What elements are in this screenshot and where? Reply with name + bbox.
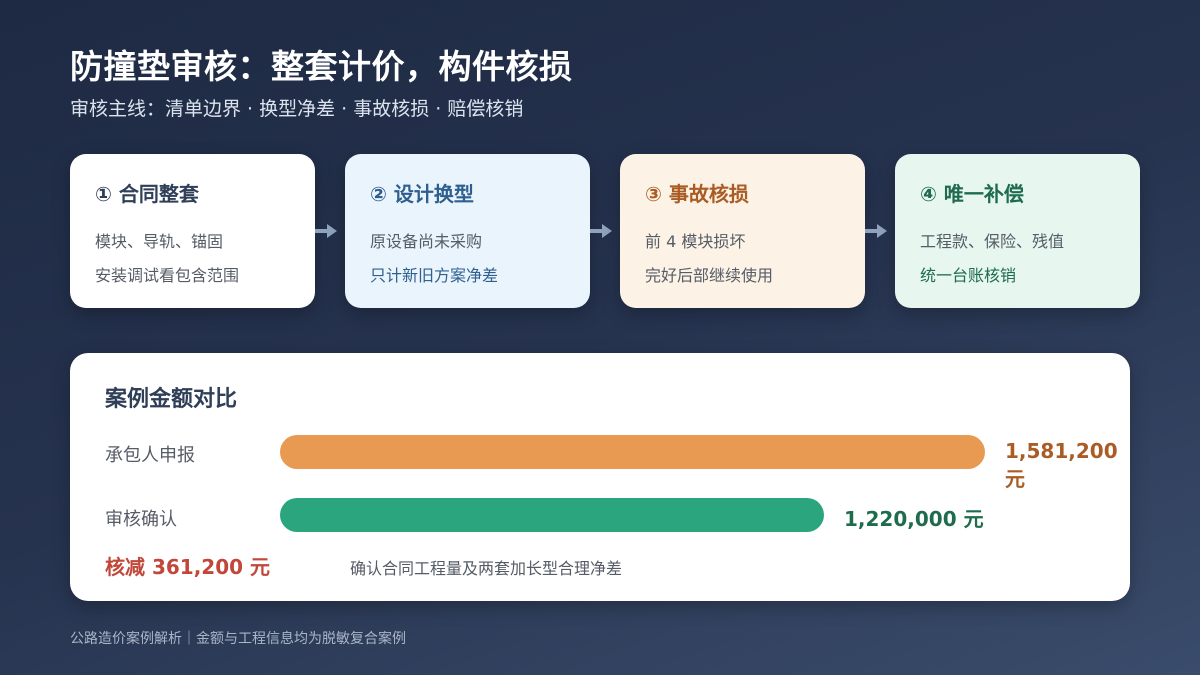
page-subtitle: 审核主线：清单边界 · 换型净差 · 事故核损 · 赔偿核销 (70, 98, 524, 120)
step-card-line: 原设备尚未采购 (370, 232, 483, 251)
bar-value-claimed: 1,581,200 元 (1005, 439, 1118, 491)
arrow-right-icon (590, 224, 612, 238)
row-label-approved: 审核确认 (105, 509, 177, 530)
arrow-right-icon (315, 224, 337, 238)
step-card-line: 完好后部继续使用 (645, 266, 774, 285)
panel-title: 案例金额对比 (105, 387, 238, 412)
step-card-line: 模块、导轨、锚固 (95, 232, 224, 251)
reduction-amount: 核减 361,200 元 (105, 555, 271, 579)
bar-approved (280, 498, 824, 532)
arrow-right-icon (865, 224, 887, 238)
bar-value-approved: 1,220,000 元 (844, 507, 984, 531)
page-title: 防撞垫审核：整套计价，构件核损 (70, 47, 573, 86)
step-card-damage: ③ 事故核损 前 4 模块损坏 完好后部继续使用 (620, 154, 865, 308)
step-card-compensation: ④ 唯一补偿 工程款、保险、残值 统一台账核销 (895, 154, 1140, 308)
step-card-contract: ① 合同整套 模块、导轨、锚固 安装调试看包含范围 (70, 154, 315, 308)
step-card-title: ① 合同整套 (95, 182, 199, 206)
step-card-redesign: ② 设计换型 原设备尚未采购 只计新旧方案净差 (345, 154, 590, 308)
footer-note: 公路造价案例解析｜金额与工程信息均为脱敏复合案例 (70, 631, 406, 647)
step-card-line: 安装调试看包含范围 (95, 266, 240, 285)
step-card-title: ② 设计换型 (370, 182, 474, 206)
step-card-line: 只计新旧方案净差 (370, 266, 499, 285)
bar-claimed (280, 435, 985, 469)
step-card-title: ④ 唯一补偿 (920, 182, 1024, 206)
step-card-title: ③ 事故核损 (645, 182, 749, 206)
amount-comparison-panel: 案例金额对比 承包人申报 1,581,200 元 审核确认 1,220,000 … (70, 353, 1130, 601)
step-card-line: 工程款、保险、残值 (920, 232, 1065, 251)
row-label-claimed: 承包人申报 (105, 445, 195, 466)
step-card-line: 统一台账核销 (920, 266, 1017, 285)
reduction-note: 确认合同工程量及两套加长型合理净差 (350, 559, 623, 578)
step-card-line: 前 4 模块损坏 (645, 232, 746, 251)
